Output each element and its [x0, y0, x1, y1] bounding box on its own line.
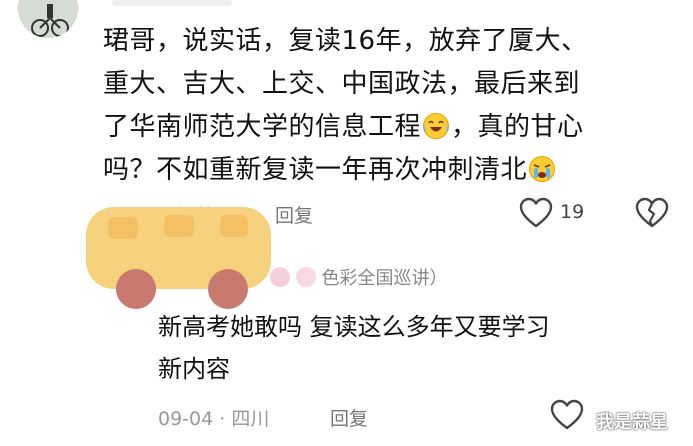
comment-line-3: 了华南师范大学的信息工程 ，真的甘心 [103, 106, 678, 149]
reply-body: 新高考她敢吗 复读这么多年又要学习 新内容 [158, 306, 658, 390]
username-cropped[interactable] [112, 0, 232, 6]
comment-line-3a: 了华南师范大学的信息工程 [103, 112, 422, 142]
comment-line-2: 重大、吉大、上交、中国政法，最后来到 [103, 69, 581, 99]
reply-author-name: 色彩全国巡讲） [321, 268, 448, 289]
reply-author[interactable]: 色彩全国巡讲） [270, 264, 447, 290]
obscured-name [295, 267, 316, 287]
reply-meta: 09-04 · 四川 回复 [158, 399, 658, 432]
heart-outline-icon[interactable] [550, 399, 584, 431]
reply-date-location: 09-04 · 四川 [158, 408, 270, 430]
comment-line-1: 珺哥，说实话，复读16年，放弃了厦大、 [103, 26, 588, 56]
broken-heart-icon[interactable] [635, 197, 669, 229]
reply-line-2: 新内容 [158, 355, 230, 383]
crying-emoji-icon [529, 156, 556, 182]
comment-line-4a: 吗？不如重新复读一年再次冲刺清北 [103, 155, 528, 185]
obscured-name [270, 267, 290, 287]
reply-line-1: 新高考她敢吗 复读这么多年又要学习 [158, 313, 550, 341]
like-count: 19 [560, 201, 585, 223]
comment-line-4: 吗？不如重新复读一年再次冲刺清北 [103, 149, 678, 192]
avatar-image [18, 0, 78, 38]
watermark: 我是蒜星 [596, 412, 668, 433]
heart-outline-icon[interactable] [519, 197, 553, 229]
reply-button[interactable]: 回复 [330, 404, 368, 431]
comment-line-3b: ，真的甘心 [451, 112, 584, 142]
bus-sticker [86, 207, 271, 309]
laughing-crying-emoji-icon [423, 113, 450, 139]
avatar[interactable] [18, 0, 78, 38]
reply-button[interactable]: 回复 [275, 201, 313, 228]
comment-body: 珺哥，说实话，复读16年，放弃了厦大、 重大、吉大、上交、中国政法，最后来到 了… [103, 20, 678, 192]
